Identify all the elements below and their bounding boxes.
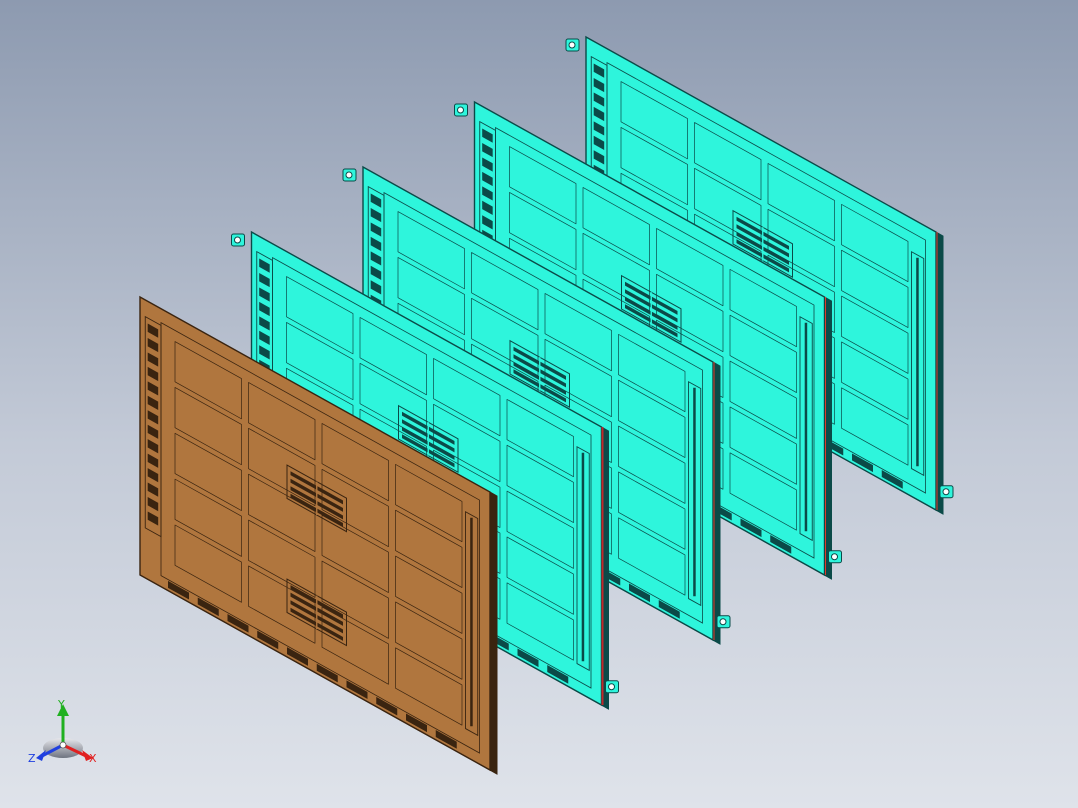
plate-2-mount-hole (608, 683, 615, 691)
z-axis-label: Z (28, 752, 36, 765)
plate-5-mount-hole (942, 488, 950, 496)
exploded-plate-assembly[interactable] (139, 35, 954, 775)
plate-4-mount-hole (457, 106, 464, 114)
plate-1-side-edge (489, 491, 498, 775)
x-axis-label: X (89, 752, 97, 765)
model-scene[interactable]: Y X Z (0, 0, 1078, 808)
triad-origin (59, 741, 67, 749)
plate-3-mount-hole (719, 618, 727, 626)
cad-viewport[interactable]: Y X Z (0, 0, 1078, 808)
plate-5-mount-hole (568, 41, 576, 49)
axis-triad: Y X Z (28, 698, 97, 765)
plate-4-mount-hole (831, 553, 838, 561)
plate-2-mount-hole (234, 236, 241, 244)
y-axis-label: Y (57, 698, 65, 711)
plate-3-mount-hole (345, 171, 353, 179)
